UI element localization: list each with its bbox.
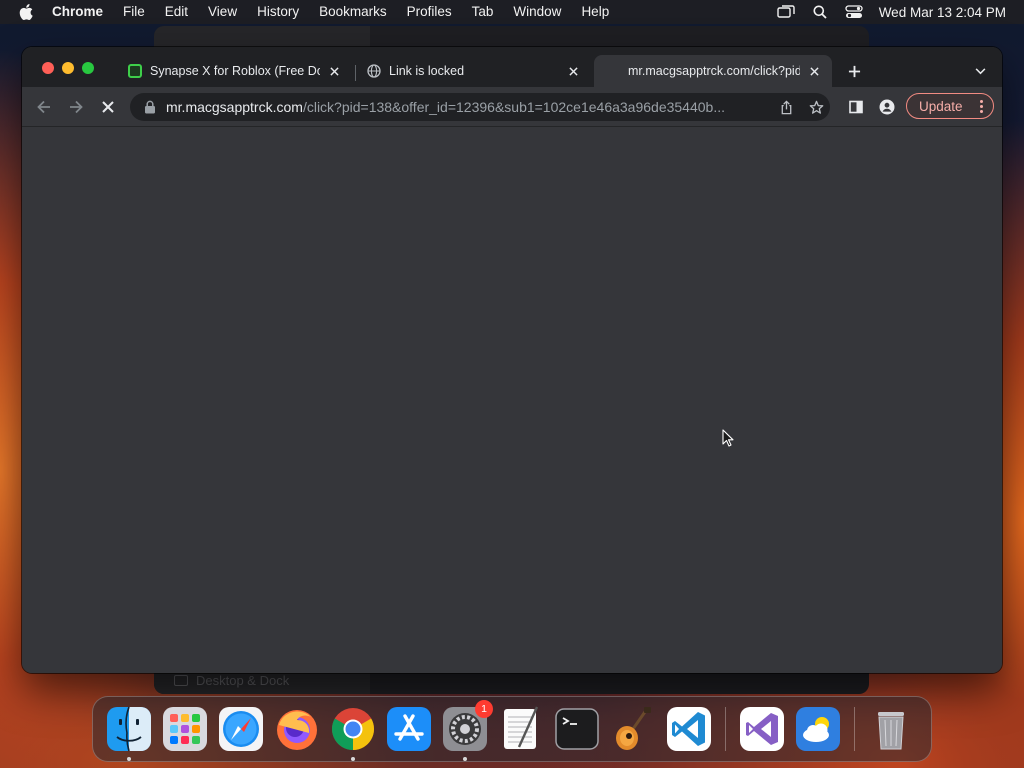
menu-help[interactable]: Help bbox=[571, 0, 619, 24]
zoom-window-button[interactable] bbox=[82, 62, 94, 74]
launchpad-icon bbox=[163, 707, 207, 751]
running-indicator bbox=[351, 757, 355, 761]
background-window-item: Desktop & Dock bbox=[174, 673, 289, 688]
menu-profiles[interactable]: Profiles bbox=[397, 0, 462, 24]
notification-badge: 1 bbox=[475, 700, 493, 718]
side-panel-button[interactable] bbox=[844, 95, 868, 119]
vscode-icon bbox=[667, 707, 711, 751]
running-indicator bbox=[463, 757, 467, 761]
profile-avatar-icon bbox=[879, 99, 895, 115]
firefox-icon bbox=[277, 710, 317, 750]
dock-app-store[interactable] bbox=[385, 705, 433, 753]
terminal-icon bbox=[555, 708, 599, 750]
trash-icon bbox=[878, 712, 904, 750]
menubar-clock[interactable]: Wed Mar 13 2:04 PM bbox=[871, 5, 1006, 20]
new-tab-button[interactable] bbox=[844, 61, 864, 81]
profile-button[interactable] bbox=[875, 95, 899, 119]
chrome-window: Synapse X for Roblox (Free Download) Lin… bbox=[22, 47, 1002, 673]
close-tab-icon[interactable] bbox=[806, 63, 822, 79]
apple-menu-icon[interactable] bbox=[0, 4, 52, 20]
globe-icon bbox=[367, 64, 381, 78]
dock-weather[interactable] bbox=[794, 705, 842, 753]
page-content-area[interactable] bbox=[22, 128, 1002, 673]
dock-separator bbox=[725, 707, 726, 751]
finder-icon bbox=[107, 706, 151, 752]
minimize-window-button[interactable] bbox=[62, 62, 74, 74]
guitar-icon bbox=[616, 707, 651, 750]
tab-separator bbox=[355, 65, 356, 81]
close-window-button[interactable] bbox=[42, 62, 54, 74]
share-icon[interactable] bbox=[778, 99, 794, 115]
visual-studio-icon bbox=[740, 707, 784, 751]
mouse-cursor-icon bbox=[722, 429, 734, 447]
plus-icon bbox=[848, 65, 860, 77]
close-tab-icon[interactable] bbox=[565, 63, 581, 79]
tab-search-button[interactable] bbox=[972, 63, 988, 79]
dock-trash[interactable] bbox=[867, 705, 915, 753]
tab-active-redirect[interactable]: mr.macgsapptrck.com/click?pid=138 bbox=[594, 55, 832, 87]
bookmark-star-icon[interactable] bbox=[808, 99, 824, 115]
menu-window[interactable]: Window bbox=[503, 0, 571, 24]
desktop-dock-icon bbox=[174, 675, 188, 686]
stop-loading-button[interactable] bbox=[96, 95, 120, 119]
menu-view[interactable]: View bbox=[198, 0, 247, 24]
update-chrome-button[interactable]: Update bbox=[906, 93, 994, 119]
tab-title: mr.macgsapptrck.com/click?pid=138 bbox=[628, 64, 800, 78]
menu-tab[interactable]: Tab bbox=[462, 0, 504, 24]
dock-terminal[interactable] bbox=[553, 705, 601, 753]
chevron-down-icon bbox=[975, 67, 985, 74]
forward-button[interactable] bbox=[64, 95, 88, 119]
app-store-icon bbox=[387, 707, 431, 751]
screen-mirroring-icon[interactable] bbox=[769, 0, 803, 24]
address-host: mr.macgsapptrck.com bbox=[166, 99, 303, 115]
update-label: Update bbox=[919, 98, 963, 114]
menu-file[interactable]: File bbox=[113, 0, 155, 24]
dock-vscode[interactable] bbox=[665, 705, 713, 753]
control-center-icon[interactable] bbox=[837, 0, 871, 24]
menu-edit[interactable]: Edit bbox=[155, 0, 198, 24]
tab-strip: Synapse X for Roblox (Free Download) Lin… bbox=[22, 47, 1002, 87]
running-indicator bbox=[127, 757, 131, 761]
dock-garageband[interactable] bbox=[609, 705, 657, 753]
window-controls bbox=[42, 62, 94, 74]
dock-safari[interactable] bbox=[217, 705, 265, 753]
arrow-right-icon bbox=[70, 100, 83, 114]
address-path: /click?pid=138&offer_id=12396&sub1=102ce… bbox=[302, 99, 725, 115]
synapse-favicon-icon bbox=[128, 64, 142, 78]
textedit-icon bbox=[504, 706, 539, 749]
close-tab-icon[interactable] bbox=[326, 63, 342, 79]
app-menu-chrome[interactable]: Chrome bbox=[52, 0, 113, 24]
tab-title: Link is locked bbox=[389, 64, 465, 78]
menu-bookmarks[interactable]: Bookmarks bbox=[309, 0, 397, 24]
dock-chrome[interactable] bbox=[329, 705, 377, 761]
tab-link-locked[interactable]: Link is locked bbox=[357, 55, 591, 87]
spotlight-search-icon[interactable] bbox=[803, 0, 837, 24]
chrome-icon bbox=[331, 708, 375, 750]
dock-separator bbox=[854, 707, 855, 751]
address-url: mr.macgsapptrck.com/click?pid=138&offer_… bbox=[166, 99, 725, 115]
dock: 1 bbox=[92, 696, 932, 762]
menu-history[interactable]: History bbox=[247, 0, 309, 24]
close-icon bbox=[102, 101, 114, 113]
dock-launchpad[interactable] bbox=[161, 705, 209, 753]
menu-bar: Chrome File Edit View History Bookmarks … bbox=[0, 0, 1024, 24]
dock-system-settings[interactable]: 1 bbox=[441, 700, 493, 761]
dock-visual-studio[interactable] bbox=[738, 705, 786, 753]
back-button[interactable] bbox=[32, 95, 56, 119]
arrow-left-icon bbox=[37, 100, 50, 114]
tab-title: Synapse X for Roblox (Free Download) bbox=[150, 64, 320, 78]
dock-textedit[interactable] bbox=[497, 705, 545, 753]
browser-toolbar: mr.macgsapptrck.com/click?pid=138&offer_… bbox=[22, 87, 1002, 127]
tab-synapse[interactable]: Synapse X for Roblox (Free Download) bbox=[118, 55, 352, 87]
weather-cloud-icon bbox=[796, 707, 840, 751]
dock-firefox[interactable] bbox=[273, 705, 321, 753]
more-options-icon[interactable] bbox=[980, 100, 983, 113]
safari-compass-icon bbox=[219, 707, 263, 751]
address-bar[interactable]: mr.macgsapptrck.com/click?pid=138&offer_… bbox=[130, 93, 830, 121]
dock-finder[interactable] bbox=[105, 705, 153, 761]
side-panel-icon bbox=[849, 100, 863, 114]
lock-icon[interactable] bbox=[144, 100, 156, 114]
background-window-item-label: Desktop & Dock bbox=[196, 673, 290, 688]
